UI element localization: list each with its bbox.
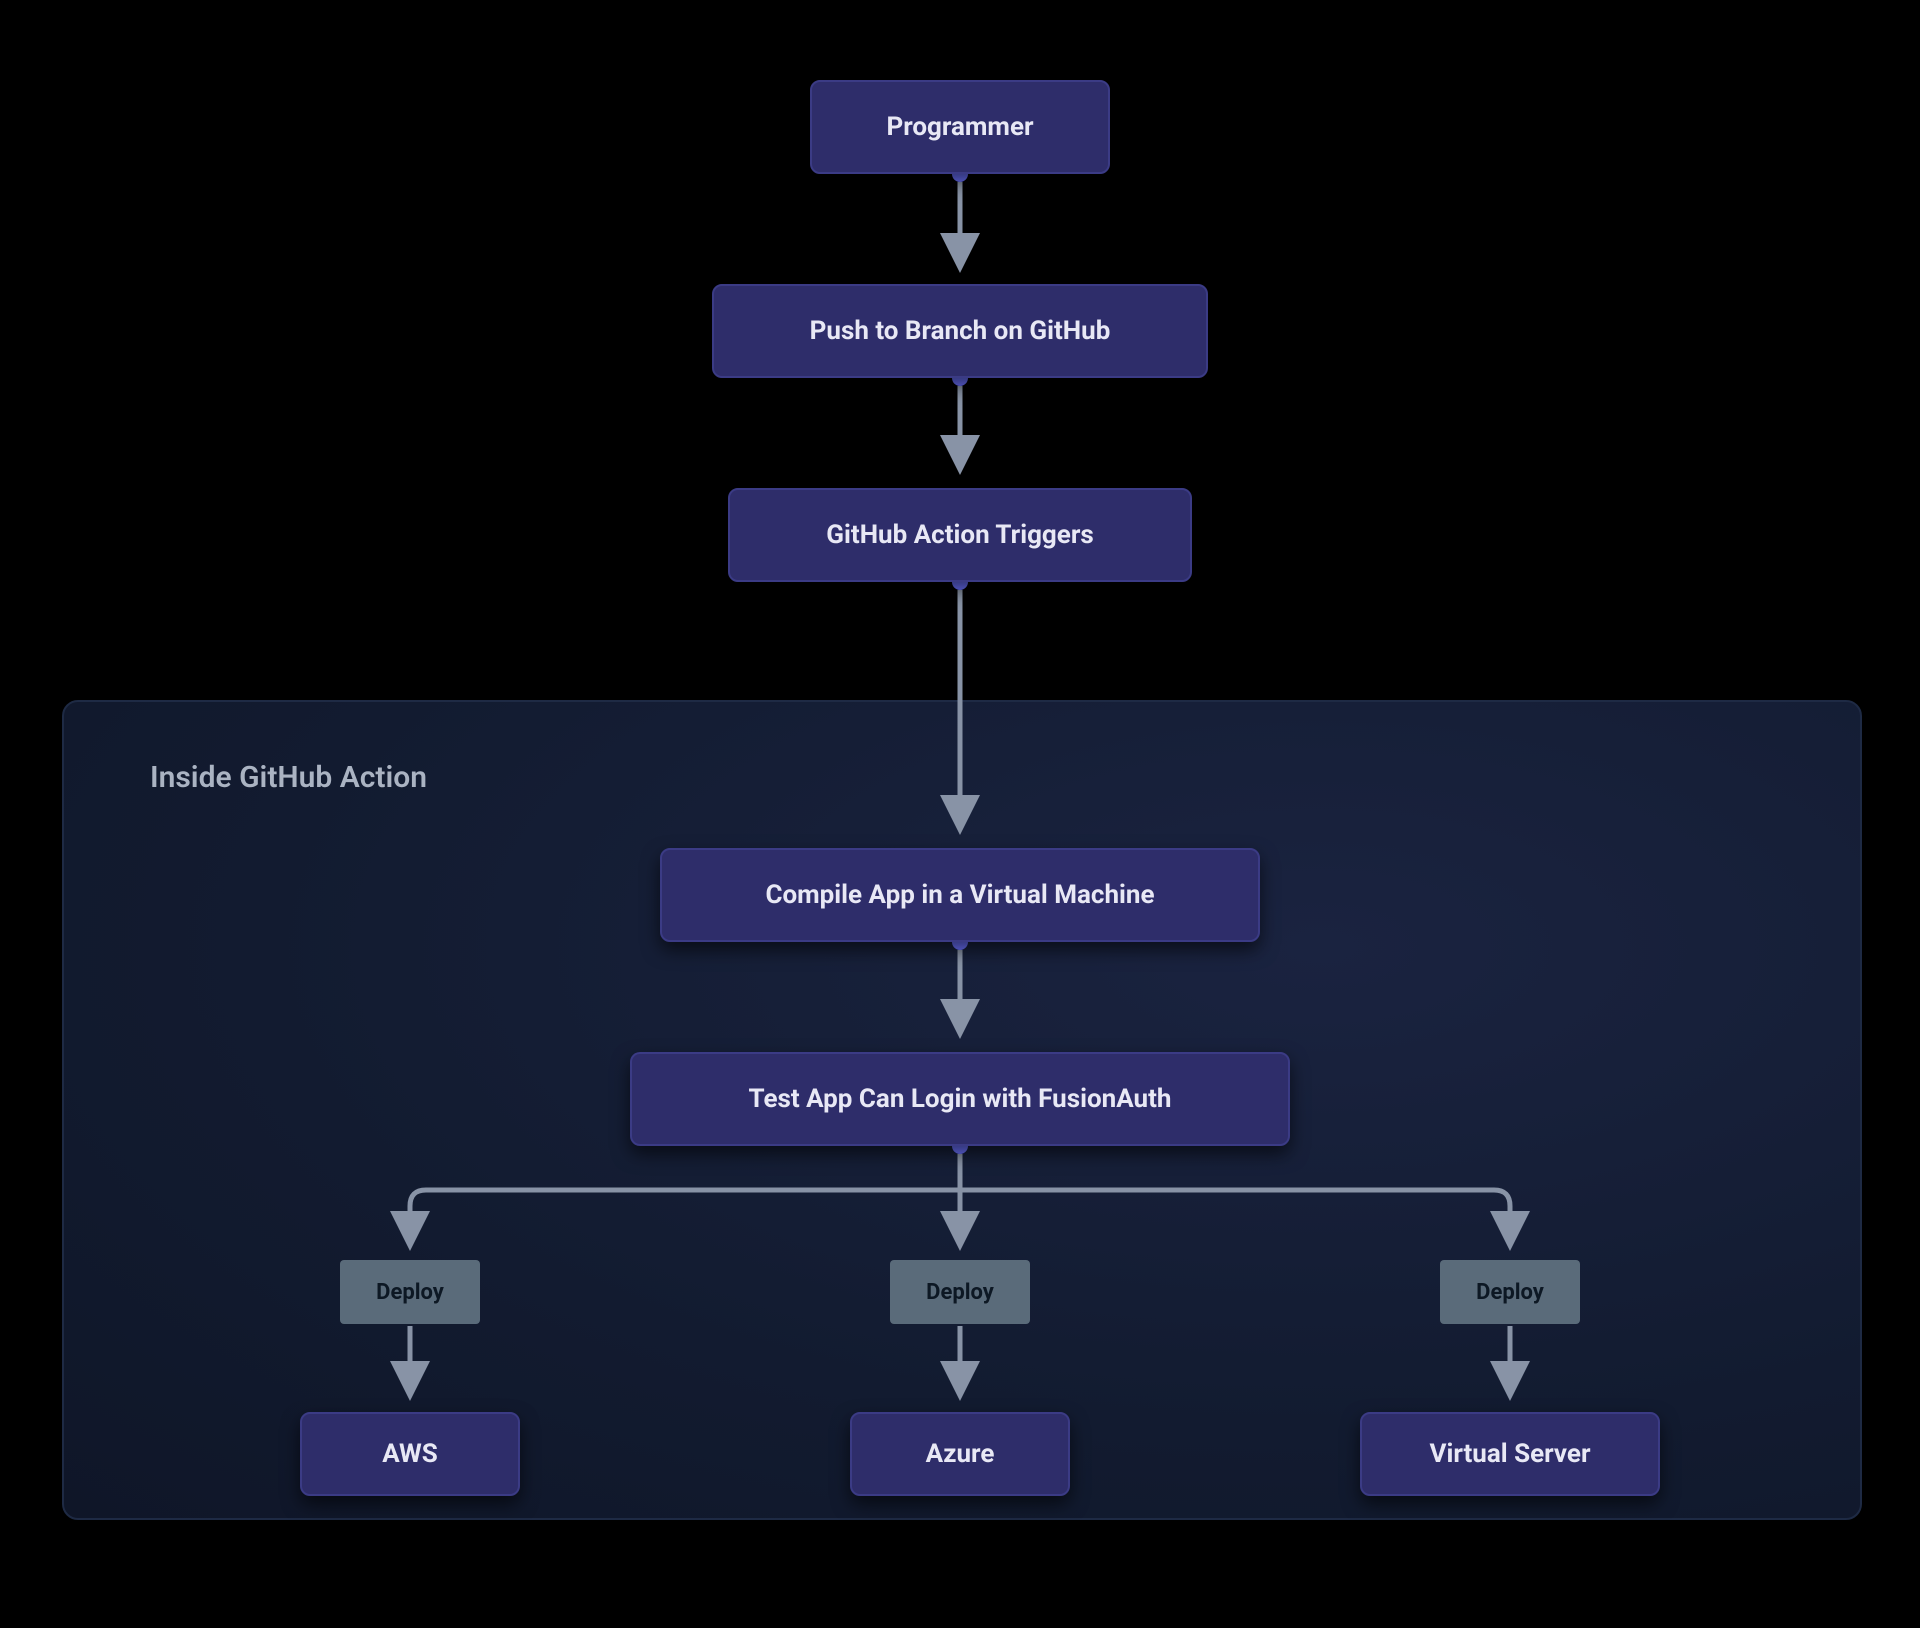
node-programmer-label: Programmer [886,112,1033,142]
node-azure-label: Azure [926,1439,995,1469]
node-compile-app-label: Compile App in a Virtual Machine [765,880,1154,910]
node-github-action-triggers-label: GitHub Action Triggers [826,520,1093,550]
edge-label-deploy-aws-text: Deploy [376,1280,444,1305]
diagram-canvas: Inside GitHub Action [0,0,1920,1628]
node-github-action-triggers: GitHub Action Triggers [728,488,1192,582]
edge-label-deploy-aws: Deploy [340,1260,480,1324]
node-test-login-label: Test App Can Login with FusionAuth [749,1084,1172,1114]
node-compile-app: Compile App in a Virtual Machine [660,848,1260,942]
node-virtual-server-label: Virtual Server [1429,1439,1590,1469]
node-virtual-server: Virtual Server [1360,1412,1660,1496]
edge-label-deploy-azure-text: Deploy [926,1280,994,1305]
node-azure: Azure [850,1412,1070,1496]
node-test-login: Test App Can Login with FusionAuth [630,1052,1290,1146]
edge-label-deploy-azure: Deploy [890,1260,1030,1324]
node-programmer: Programmer [810,80,1110,174]
node-push-to-branch-label: Push to Branch on GitHub [810,316,1111,346]
edge-label-deploy-virtual-server-text: Deploy [1476,1280,1544,1305]
node-aws: AWS [300,1412,520,1496]
edge-label-deploy-virtual-server: Deploy [1440,1260,1580,1324]
node-aws-label: AWS [382,1439,438,1469]
node-push-to-branch: Push to Branch on GitHub [712,284,1208,378]
container-title: Inside GitHub Action [150,760,427,795]
